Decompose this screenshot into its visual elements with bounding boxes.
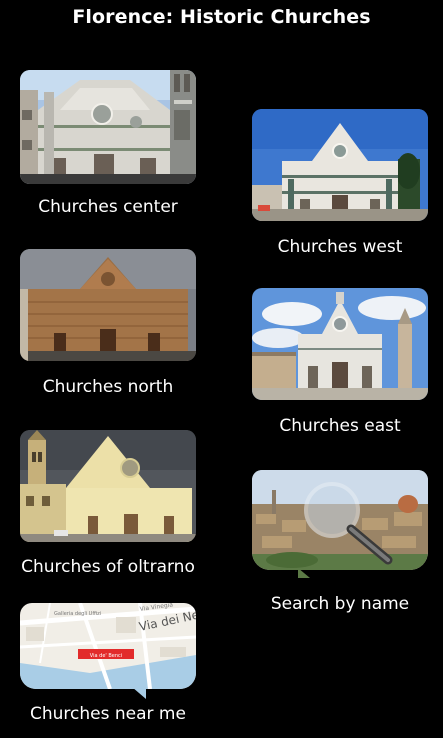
speech-tail-icon: [298, 568, 310, 578]
magnifier-over-city-photo: [252, 470, 428, 570]
map-photo: Via de' Benci Via dei Neri Galleria degl…: [20, 603, 196, 689]
tile-churches-north[interactable]: Churches north: [20, 249, 196, 399]
santo-spirito-photo: [20, 430, 196, 542]
tile-label: Churches near me: [30, 704, 186, 724]
speech-tail-icon: [132, 687, 146, 699]
tile-label: Churches north: [42, 377, 174, 397]
tile-churches-near-me[interactable]: Via de' Benci Via dei Neri Galleria degl…: [20, 603, 196, 733]
duomo-photo: [20, 70, 196, 184]
santa-maria-novella-photo: [252, 109, 428, 221]
tile-label: Churches east: [279, 416, 401, 436]
tile-churches-west[interactable]: Churches west: [252, 109, 428, 259]
tile-label: Churches center: [38, 197, 178, 217]
san-lorenzo-photo: [20, 249, 196, 361]
santa-croce-photo: [252, 288, 428, 400]
map-marker-label: Via de' Benci: [90, 653, 122, 659]
page-title: Florence: Historic Churches: [72, 6, 371, 28]
tile-label: Churches of oltrarno: [21, 557, 195, 577]
map-top-left-label: Galleria degli Uffizi: [54, 611, 101, 617]
tile-label: Search by name: [270, 594, 410, 614]
tile-churches-center[interactable]: Churches center: [20, 70, 196, 220]
tile-label: Churches west: [277, 237, 403, 257]
tile-churches-of-oltrarno[interactable]: Churches of oltrarno: [20, 430, 196, 580]
tile-churches-east[interactable]: Churches east: [252, 288, 428, 438]
tile-search-by-name[interactable]: Search by name: [252, 470, 428, 620]
